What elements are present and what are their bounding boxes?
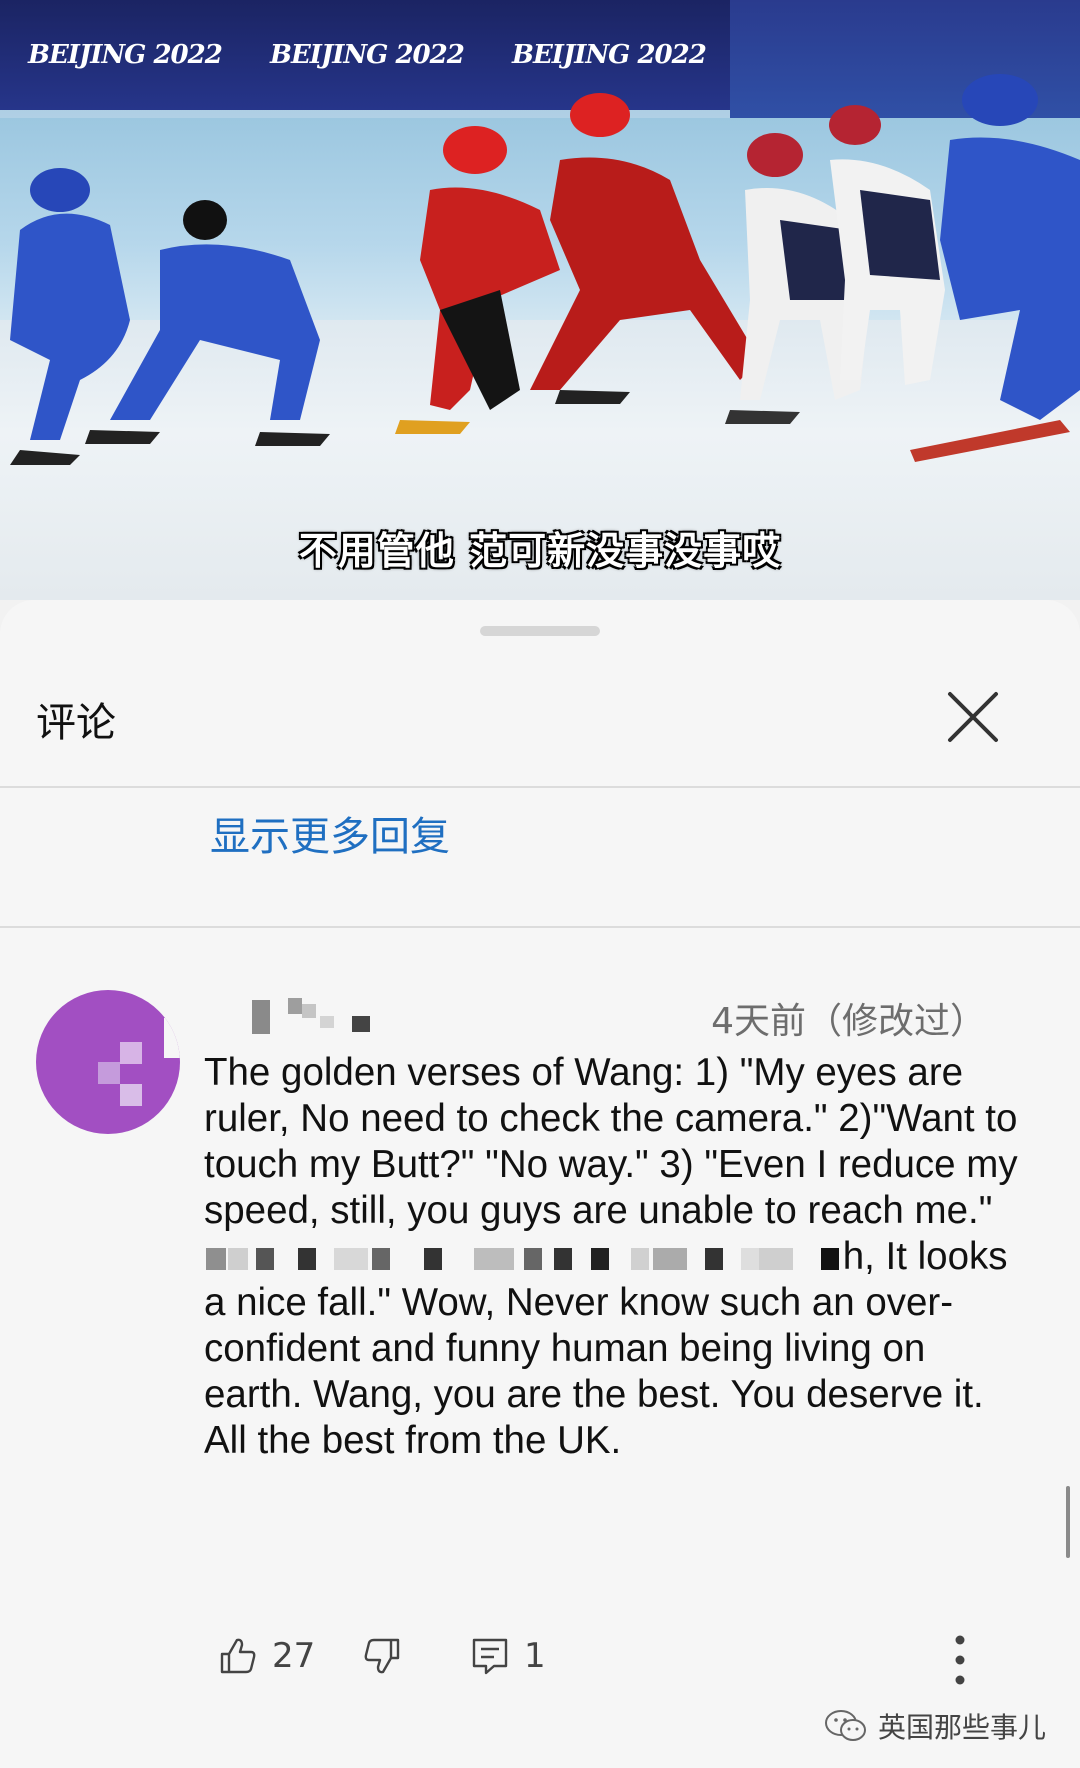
redacted-text (590, 1247, 843, 1270)
like-count: 27 (272, 1636, 316, 1676)
thumbs-down-icon (364, 1638, 400, 1674)
comments-sheet: 评论 显示更多回复 4天前（修改过） The golden verses of … (0, 600, 1080, 1768)
comments-title: 评论 (36, 700, 116, 746)
watermark: 英国那些事儿 (824, 1706, 1046, 1746)
comments-header: 评论 (0, 660, 1080, 786)
comment-icon (472, 1638, 508, 1675)
video-subtitle: 不用管他 范可新没事没事哎 (298, 529, 782, 573)
skater-italy-1 (10, 168, 130, 465)
more-vertical-icon[interactable] (940, 1626, 980, 1696)
comment-timestamp: 4天前（修改过） (711, 1001, 986, 1042)
show-more-replies-link[interactable]: 显示更多回复 (210, 804, 450, 862)
redacted-text (204, 1247, 580, 1270)
watermark-text: 英国那些事儿 (877, 1711, 1046, 1744)
header-divider (0, 786, 1080, 788)
like-button[interactable]: 27 (218, 1636, 315, 1676)
dislike-button[interactable] (362, 1636, 402, 1676)
scrollbar[interactable] (1066, 1486, 1070, 1558)
section-divider (0, 926, 1080, 928)
skaters-illustration (10, 74, 1080, 465)
drag-handle[interactable] (480, 626, 600, 636)
avatar[interactable] (36, 990, 180, 1134)
thumbs-up-icon (220, 1638, 256, 1674)
reply-button[interactable]: 1 (470, 1636, 546, 1676)
wechat-icon (824, 1710, 866, 1741)
comment-body: The golden verses of Wang: 1) "My eyes a… (204, 1050, 1024, 1464)
close-icon[interactable] (938, 682, 1008, 752)
comment-actions: 27 1 (0, 1620, 1080, 1700)
reply-count: 1 (524, 1636, 546, 1676)
skater-korea-2 (829, 105, 945, 385)
comment-text-part1: The golden verses of Wang: 1) "My eyes a… (204, 1051, 1018, 1232)
skater-china-2 (530, 93, 760, 404)
username-redacted[interactable] (248, 996, 378, 1036)
video-frame[interactable]: BEIJING 2022 BEIJING 2022 BEIJING 2022 不… (0, 0, 1080, 600)
